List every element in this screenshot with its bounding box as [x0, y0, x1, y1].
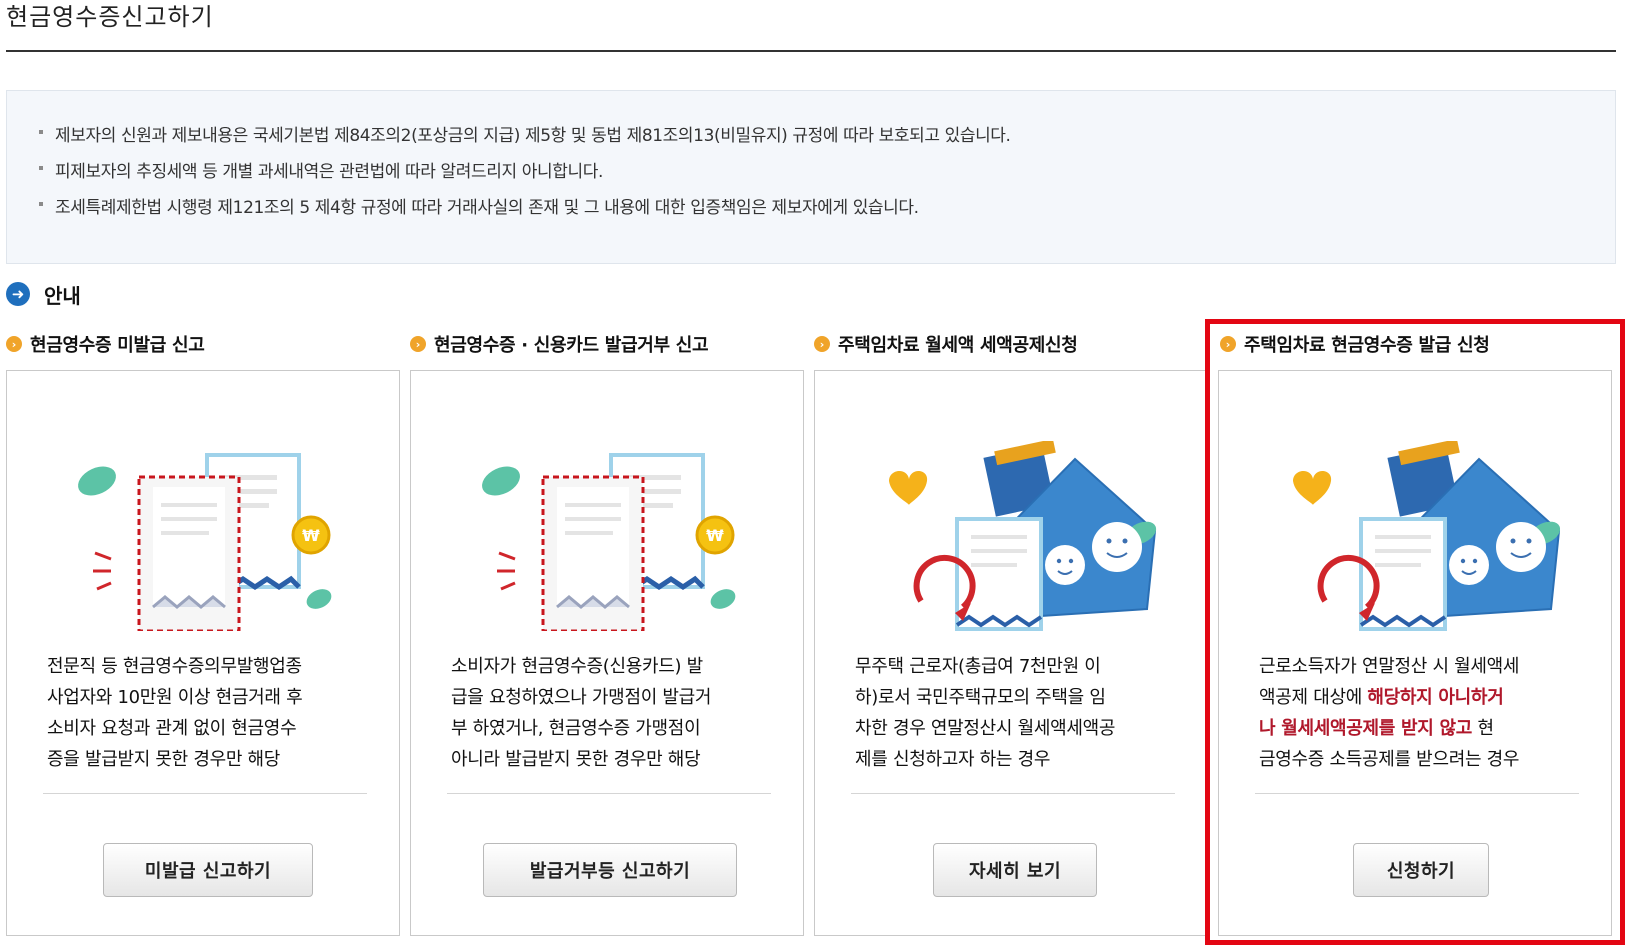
receipt-illustration: ₩ — [482, 453, 736, 631]
svg-text:₩: ₩ — [706, 526, 724, 545]
card-description: 무주택 근로자(총급여 7천만원 이 하)로서 국민주택규모의 주택을 임 차한… — [855, 656, 1116, 770]
section-heading: ➜ 안내 — [6, 280, 81, 308]
report-nonissuance-button[interactable]: 미발급 신고하기 — [103, 843, 313, 897]
card-rent-credit: 무주택 근로자(총급여 7천만원 이 하)로서 국민주택규모의 주택을 임 차한… — [814, 370, 1208, 936]
notice-box: 제보자의 신원과 제보내용은 국세기본법 제84조의2(포상금의 지급) 제5항… — [6, 90, 1616, 264]
bullet-icon — [39, 130, 43, 134]
notice-item: 피제보자의 추징세액 등 개별 과세내역은 관련법에 따라 알려드리지 아니합니… — [39, 157, 603, 182]
card-heading-refusal: › 현금영수증 · 신용카드 발급거부 신고 — [410, 331, 709, 357]
card-description: 소비자가 현금영수증(신용카드) 발 급을 요청하였으나 가맹점이 발급거 부 … — [451, 656, 712, 770]
bullet-icon — [39, 202, 43, 206]
arrow-right-circle-icon: ➜ — [6, 282, 30, 306]
card-divider — [43, 793, 367, 794]
house-illustration — [889, 441, 1157, 631]
bullet-icon — [39, 166, 43, 170]
section-title: 안내 — [44, 283, 81, 308]
card-description: 전문직 등 현금영수증의무발행업종 사업자와 10만원 이상 현금거래 후 소비… — [47, 656, 303, 770]
page-title: 현금영수증신고하기 — [6, 3, 214, 31]
receipt-illustration: ₩ — [78, 453, 332, 631]
notice-item: 제보자의 신원과 제보내용은 국세기본법 제84조의2(포상금의 지급) 제5항… — [39, 121, 1011, 146]
view-details-button[interactable]: 자세히 보기 — [933, 843, 1097, 897]
chevron-right-circle-icon: › — [410, 336, 426, 352]
card-refusal: ₩ 소비자가 현금영수증(신용카드) 발 급을 요청하였으나 가맹점이 발급거 … — [410, 370, 804, 936]
chevron-right-circle-icon: › — [6, 336, 22, 352]
card-heading-nonissuance: › 현금영수증 미발급 신고 — [6, 331, 205, 357]
report-refusal-button[interactable]: 발급거부등 신고하기 — [483, 843, 737, 897]
notice-item: 조세특례제한법 시행령 제121조의 5 제4항 규정에 따라 거래사실의 존재… — [39, 193, 919, 218]
card-divider — [851, 793, 1175, 794]
card-heading-rent-credit: › 주택임차료 월세액 세액공제신청 — [814, 331, 1078, 357]
highlight-frame — [1205, 319, 1625, 945]
chevron-right-circle-icon: › — [814, 336, 830, 352]
card-nonissuance: ₩ 전문직 등 현금영수증의무발행업종 사업자와 10만원 이상 현금거래 후 … — [6, 370, 400, 936]
card-divider — [447, 793, 771, 794]
title-divider — [6, 50, 1616, 52]
svg-text:₩: ₩ — [302, 526, 320, 545]
